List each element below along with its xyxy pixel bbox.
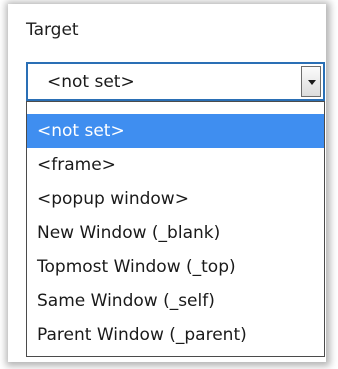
option-frame[interactable]: <frame> xyxy=(27,148,324,182)
target-options-list[interactable]: <not set> <frame> <popup window> New Win… xyxy=(26,101,325,357)
option-topmost-window-top[interactable]: Topmost Window (_top) xyxy=(27,250,324,284)
target-label: Target xyxy=(26,20,79,40)
option-new-window-blank[interactable]: New Window (_blank) xyxy=(27,216,324,250)
dropdown-button[interactable] xyxy=(301,66,321,97)
option-popup-window[interactable]: <popup window> xyxy=(27,182,324,216)
target-select-value: <not set> xyxy=(47,72,135,92)
target-select[interactable]: <not set> xyxy=(26,62,325,101)
option-parent-window-parent[interactable]: Parent Window (_parent) xyxy=(27,318,324,352)
option-not-set[interactable]: <not set> xyxy=(27,114,324,148)
option-same-window-self[interactable]: Same Window (_self) xyxy=(27,284,324,318)
chevron-down-icon xyxy=(308,80,316,85)
